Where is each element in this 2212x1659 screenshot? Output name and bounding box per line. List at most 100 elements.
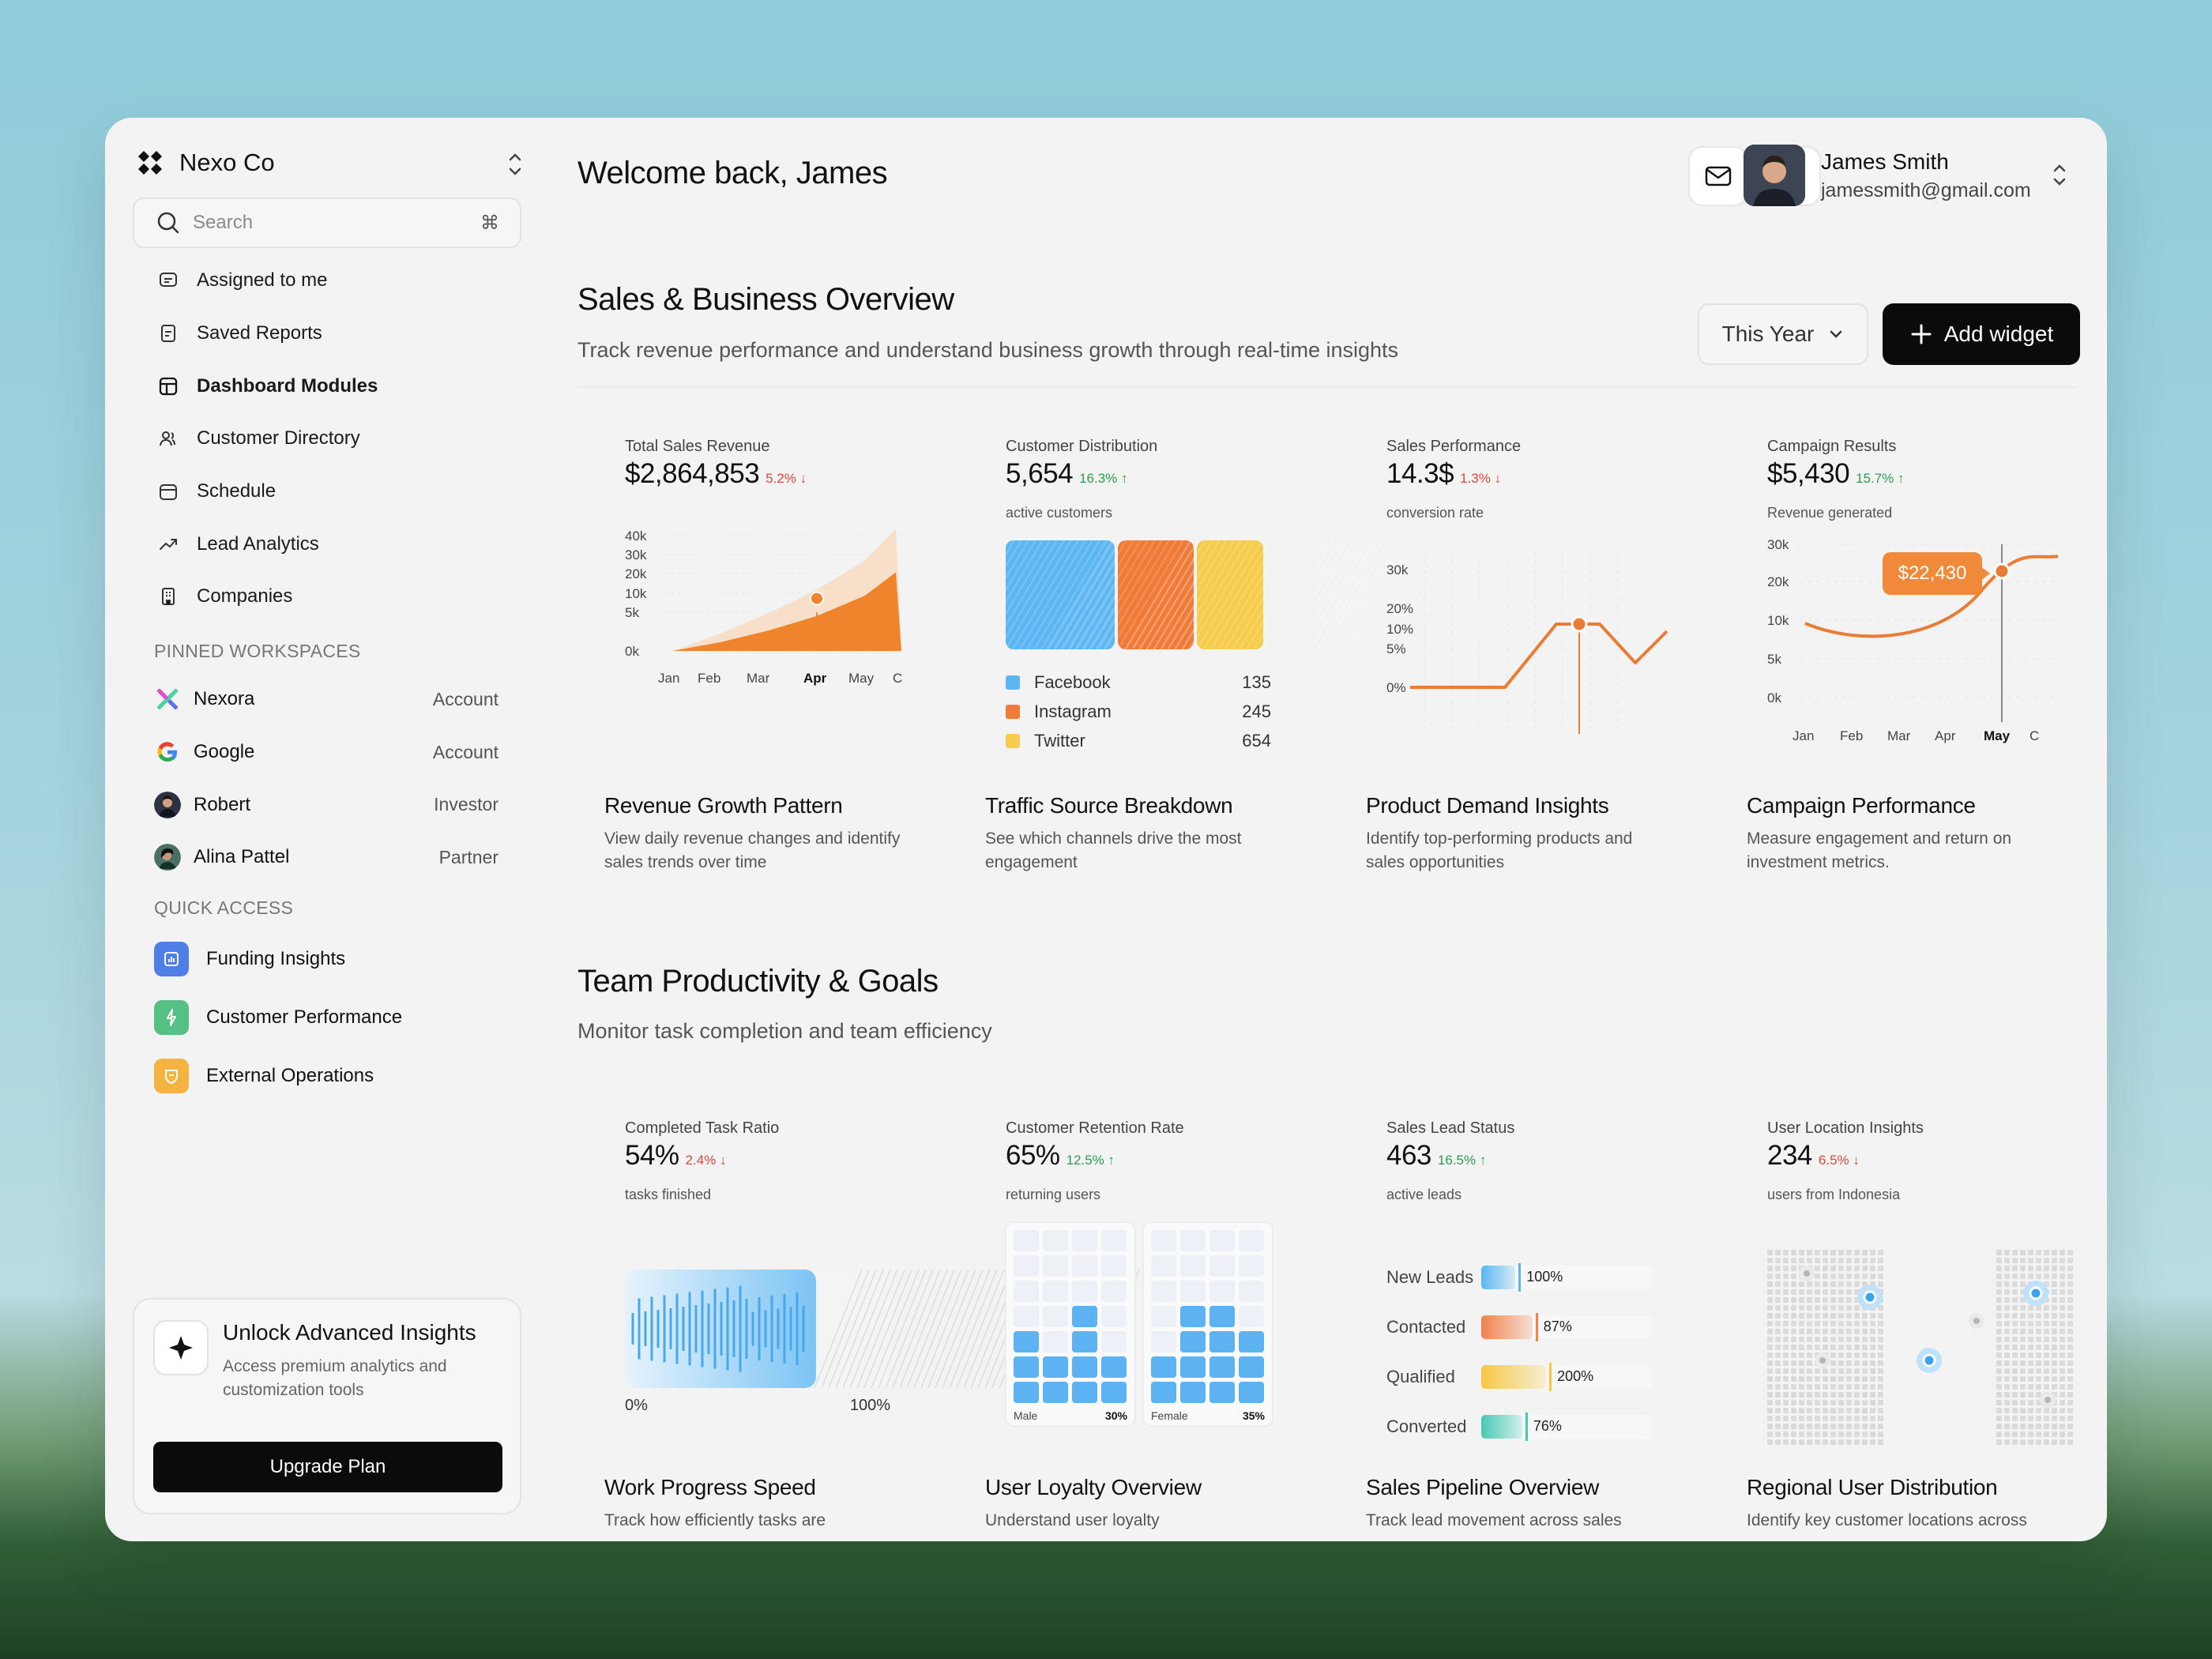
quick-external-operations[interactable]: External Operations (154, 1047, 498, 1105)
map-dot (1783, 1250, 1789, 1255)
map-dot (1799, 1439, 1804, 1445)
map-dot (1791, 1297, 1796, 1303)
map-dot (1783, 1321, 1789, 1326)
map-dot (1846, 1289, 1852, 1295)
y-tick-label: 20% (1386, 601, 1413, 616)
quick-funding-insights[interactable]: Funding Insights (154, 930, 498, 988)
card-value: 54% 2.4% ↓ (625, 1140, 727, 1172)
map-dot (1815, 1337, 1820, 1342)
period-select[interactable]: This Year (1698, 303, 1868, 365)
legend-item-instagram[interactable]: Instagram 245 (1006, 702, 1271, 722)
cards2-card-3[interactable]: User Location Insights 234 6.5% ↓ users fro… (1720, 1119, 2073, 1541)
sidebar-item-saved-reports[interactable]: Saved Reports (157, 307, 521, 360)
card-desc: Track how efficiently tasks are (604, 1511, 826, 1529)
map-dot (1862, 1439, 1868, 1445)
quick-label: Customer Performance (206, 1006, 403, 1028)
location-marker-blue[interactable] (2029, 1286, 2043, 1300)
map-dot (2004, 1250, 2010, 1255)
map-dot (2012, 1289, 2018, 1295)
mail-icon (1705, 166, 1732, 186)
map-dot (2028, 1321, 2033, 1326)
add-widget-button[interactable]: Add widget (1883, 303, 2080, 365)
cards1-card-2[interactable]: Sales Performance 14.3$ 1.3% ↓ conversion r… (1339, 438, 1687, 927)
map-dot (1862, 1392, 1868, 1398)
map-dot (1878, 1400, 1883, 1405)
mail-button[interactable] (1688, 146, 1748, 206)
card-desc: View daily revenue changes and identify … (604, 830, 901, 871)
workspace-google[interactable]: Google Account (154, 726, 498, 779)
quick-customer-performance[interactable]: Customer Performance (154, 988, 498, 1047)
sidebar-item-assigned-to-me[interactable]: Assigned to me (157, 254, 521, 307)
lead-row-new-leads[interactable]: New Leads 100% (1386, 1262, 1655, 1293)
map-dot (1815, 1345, 1820, 1350)
dashboard-icon (159, 377, 178, 395)
lead-row-contacted[interactable]: Contacted 87% (1386, 1311, 1655, 1343)
map-dot (2067, 1416, 2073, 1421)
map-dot (1815, 1431, 1820, 1437)
map-dot (2067, 1352, 2073, 1358)
track-hatch (885, 1269, 934, 1389)
map-dot (2012, 1337, 2018, 1342)
map-dot (2060, 1424, 2065, 1429)
card-value-text: 65% (1006, 1140, 1060, 1171)
sidebar-item-schedule[interactable]: Schedule (157, 465, 521, 518)
sidebar-item-lead-analytics[interactable]: Lead Analytics (157, 517, 521, 570)
team-title: Team Productivity & Goals (577, 964, 939, 999)
map-dot (1996, 1368, 2002, 1374)
sidebar-item-dashboard-modules[interactable]: Dashboard Modules (157, 359, 521, 412)
workspace-robert[interactable]: Robert Investor (154, 778, 498, 831)
workspace-alina-pattel[interactable]: Alina Pattel Partner (154, 831, 498, 884)
cards1-card-1[interactable]: Customer Distribution 5,654 16.3% ↑ active … (934, 438, 1469, 927)
map-dot (2036, 1416, 2041, 1421)
location-marker-gray[interactable] (1799, 1266, 1815, 1281)
campaign-line-chart: 0k 5k 10k 20k 30k $22,430 Jan Feb Mar Apr May C (1767, 537, 2060, 743)
map-dot (1807, 1352, 1812, 1358)
map-dot (1775, 1329, 1781, 1334)
map-dot (1783, 1392, 1789, 1398)
avatar[interactable] (1744, 145, 1805, 206)
legend-item-twitter[interactable]: Twitter 654 (1006, 731, 1271, 751)
cards1-card-0[interactable]: Total Sales Revenue $2,864,853 5.2% ↓ Reven… (577, 438, 925, 927)
map-dot (1854, 1258, 1860, 1263)
map-dot (2052, 1297, 2057, 1303)
sidebar-item-customer-directory[interactable]: Customer Directory (157, 412, 521, 465)
map-dot (2020, 1392, 2026, 1398)
location-marker-blue[interactable] (1922, 1353, 1936, 1367)
sidebar-item-companies[interactable]: Companies (157, 570, 521, 623)
search-input[interactable] (193, 212, 468, 234)
y-tick-label: 30k (1767, 537, 1789, 552)
card-desc: Track lead movement across sales (1366, 1511, 1622, 1529)
map-dot (2036, 1424, 2041, 1429)
map-dot (1815, 1321, 1820, 1326)
cards1-card-3[interactable]: Campaign Results $5,430 15.7% ↑ Revenue gen… (1720, 438, 2067, 927)
legend-item-facebook[interactable]: Facebook 135 (1006, 672, 1271, 693)
location-marker-gray[interactable] (1815, 1352, 1830, 1368)
user-menu-chevron-icon[interactable] (2052, 159, 2067, 190)
grid-cell (1239, 1255, 1264, 1277)
map-dot (1830, 1337, 1836, 1342)
users-icon (160, 431, 175, 446)
upgrade-plan-button[interactable]: Upgrade Plan (153, 1442, 502, 1492)
map-dot (1815, 1313, 1820, 1319)
map-dot (1862, 1250, 1868, 1255)
cards2-card-0[interactable]: Completed Task Ratio 54% 2.4% ↓ tasks finis… (577, 1119, 1140, 1541)
cards2-card-1[interactable]: Customer Retention Rate 65% 12.5% ↑ returni… (958, 1119, 1306, 1541)
map-dot (2012, 1305, 2018, 1311)
brand[interactable]: Nexo Co (135, 146, 275, 179)
card-note: tasks finished (625, 1187, 712, 1202)
workspace-switch-icon[interactable] (506, 149, 524, 179)
lead-row-qualified[interactable]: Qualified 200% (1386, 1361, 1655, 1393)
location-marker-gray[interactable] (2040, 1392, 2056, 1408)
map-dot (1878, 1360, 1883, 1366)
workspace-nexora[interactable]: Nexora Account (154, 673, 498, 726)
location-marker-blue[interactable] (1863, 1290, 1877, 1304)
change-value: 5.2% (766, 471, 796, 486)
map-dot (1846, 1376, 1852, 1382)
lead-row-converted[interactable]: Converted 76% (1386, 1411, 1655, 1443)
cards2-card-2[interactable]: Sales Lead Status 463 16.5% ↑ active leads S… (1339, 1119, 1687, 1541)
location-marker-gray[interactable] (1969, 1313, 1984, 1329)
map-dot (1862, 1329, 1868, 1334)
card-note: Revenue generated (1767, 505, 1893, 521)
map-dot (1838, 1360, 1844, 1366)
y-tick-label: 30k (1386, 562, 1409, 577)
